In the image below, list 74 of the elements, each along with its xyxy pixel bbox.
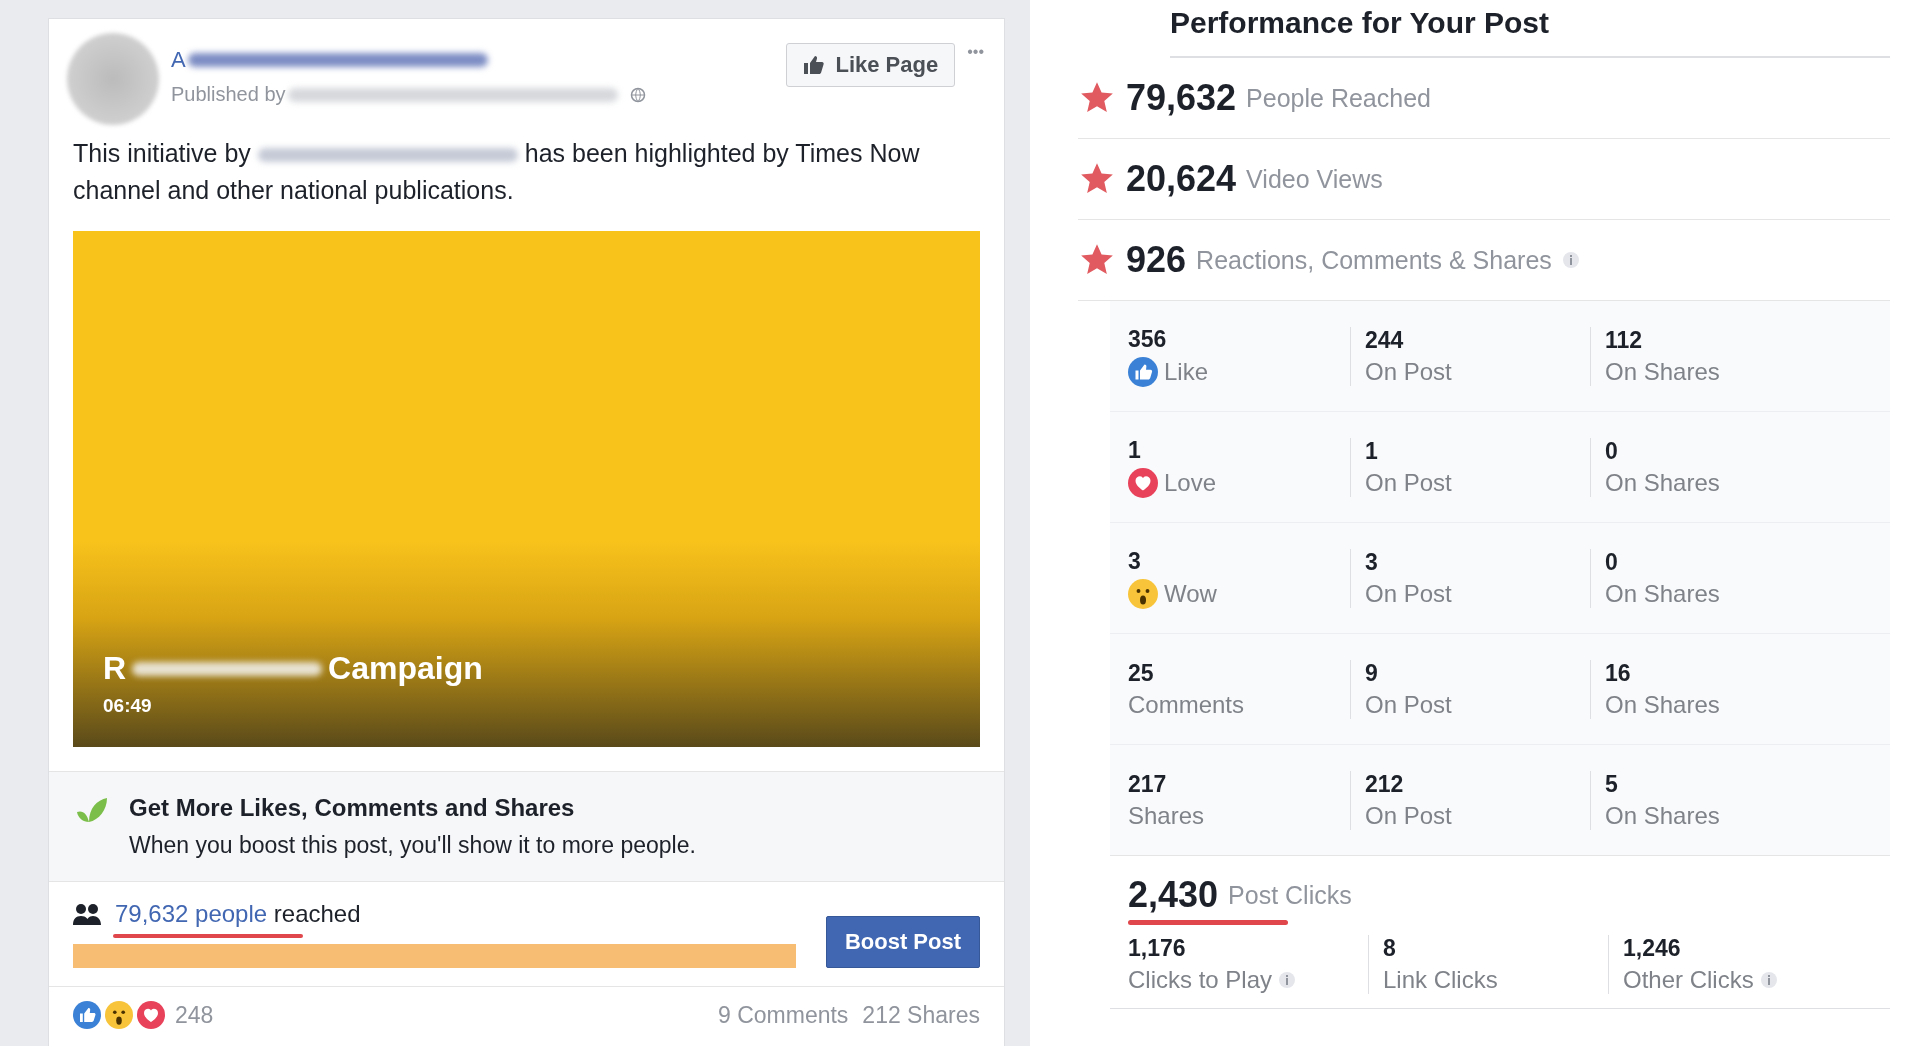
info-icon[interactable] (1759, 971, 1778, 989)
reaction-count[interactable]: 248 (175, 1001, 214, 1029)
post-text: This initiative by has been highlighted by Times Now channel and other national publications. (73, 138, 921, 206)
more-options-button[interactable]: ••• (967, 43, 984, 61)
shares-count[interactable]: 212 Shares (862, 1001, 980, 1029)
metric-label: Reactions, Comments & Shares (1196, 245, 1552, 275)
video-thumbnail[interactable]: R Campaign 06:49 (73, 231, 980, 747)
video-title: Campaign (328, 650, 483, 687)
breakdown-value: 25 (1128, 659, 1155, 687)
metric-value: 926 (1126, 239, 1187, 281)
breakdown-value: 112 (1605, 326, 1644, 354)
heart-reaction-icon (137, 1001, 165, 1029)
published-by-label: Published by (171, 83, 286, 106)
breakdown-value: 3 (1365, 548, 1379, 576)
breakdown-label: On Post (1365, 690, 1452, 719)
breakdown-value: 9 (1365, 659, 1379, 687)
like-reaction-icon (73, 1001, 101, 1029)
video-title: R (103, 650, 127, 687)
info-icon[interactable] (1561, 251, 1580, 269)
comments-count[interactable]: 9 Comments (718, 1001, 849, 1029)
thumbs-up-icon (803, 55, 826, 75)
wow-reaction-icon (1128, 578, 1158, 609)
breakdown-label: On Post (1365, 801, 1452, 830)
click-label: Link Clicks (1383, 966, 1498, 994)
click-value: 8 (1383, 935, 1397, 962)
author-name[interactable]: A (171, 47, 186, 73)
click-label: Other Clicks (1623, 966, 1754, 994)
wow-reaction-icon (105, 1001, 133, 1029)
people-reached-link[interactable]: 79,632 people (115, 900, 268, 927)
breakdown-label: On Shares (1605, 801, 1720, 830)
boost-description: When you boost this post, you'll show it to more people. (129, 832, 696, 859)
breakdown-label: On Post (1365, 357, 1452, 386)
metric-label: People Reached (1246, 83, 1431, 113)
breakdown-value: 0 (1605, 437, 1619, 465)
boost-post-button[interactable]: Boost Post (825, 916, 980, 968)
breakdown-label: On Shares (1605, 468, 1720, 497)
breakdown-label: On Shares (1605, 690, 1720, 719)
breakdown-value: 217 (1128, 770, 1168, 798)
breakdown-label: Love (1164, 468, 1217, 497)
breakdown-label: Shares (1128, 801, 1205, 830)
metric-value: 79,632 (1126, 77, 1237, 119)
heart-reaction-icon (1128, 467, 1158, 498)
click-value: 1,176 (1128, 935, 1187, 962)
breakdown-value: 16 (1605, 659, 1632, 687)
breakdown-value: 356 (1128, 325, 1168, 353)
breakdown-value: 212 (1365, 770, 1405, 798)
video-duration: 06:49 (103, 695, 153, 717)
info-icon[interactable] (1278, 971, 1297, 989)
metric-label: Video Views (1246, 164, 1383, 194)
metric-label: Post Clicks (1228, 880, 1352, 910)
breakdown-label: On Post (1365, 579, 1452, 608)
click-label: Clicks to Play (1128, 966, 1273, 994)
breakdown-label: On Shares (1605, 357, 1720, 386)
click-value: 1,246 (1623, 935, 1682, 962)
metric-value: 20,624 (1126, 158, 1237, 200)
breakdown-value: 5 (1605, 770, 1619, 798)
breakdown-value: 1 (1128, 436, 1142, 464)
people-icon (73, 903, 101, 925)
breakdown-value: 244 (1365, 326, 1405, 354)
breakdown-label: On Post (1365, 468, 1452, 497)
breakdown-value: 1 (1365, 437, 1379, 465)
breakdown-value: 3 (1128, 547, 1142, 575)
breakdown-label: Like (1164, 357, 1209, 386)
boost-title: Get More Likes, Comments and Shares (129, 794, 576, 822)
breakdown-label: Wow (1164, 579, 1217, 608)
panel-title: Performance for Your Post (1170, 6, 1890, 58)
like-page-button[interactable]: Like Page (786, 43, 956, 87)
globe-icon (629, 86, 646, 103)
breakdown-value: 0 (1605, 548, 1619, 576)
breakdown-label: On Shares (1605, 579, 1720, 608)
metric-value: 2,430 (1128, 874, 1219, 916)
reached-label: reached (273, 900, 361, 927)
breakdown-label: Comments (1128, 690, 1245, 719)
like-reaction-icon (1128, 356, 1158, 387)
